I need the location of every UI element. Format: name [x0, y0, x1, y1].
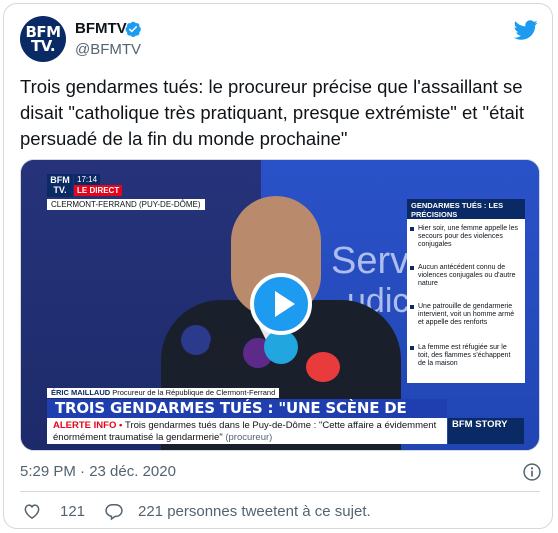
bfmtv-channel-logo: BFM TV.: [47, 174, 73, 197]
tweet-timestamp[interactable]: 5:29 PM · 23 déc. 2020: [20, 463, 176, 480]
speech-bubble-icon: [105, 504, 123, 521]
retweet-count-text: 221 personnes tweetent à ce sujet.: [138, 502, 371, 520]
side-panel-item: Aucun antécédent connu de violences conj…: [410, 264, 519, 288]
avatar-logo-line2: TV.: [30, 37, 56, 55]
location-label: CLERMONT-FERRAND (PUY-DE-DÔME): [47, 199, 205, 210]
tweet-text: Trois gendarmes tués: le procureur préci…: [20, 76, 525, 149]
account-handle[interactable]: @BFMTV: [75, 41, 141, 58]
microphone: [209, 332, 241, 364]
info-side-panel: GENDARMES TUÉS : LES PRÉCISIONS Hier soi…: [407, 199, 525, 383]
twitter-bird-icon[interactable]: [514, 18, 538, 42]
side-panel-item: Une patrouille de gendarmerie intervient…: [410, 303, 519, 327]
side-panel-item: La femme est réfugiée sur le toit, des f…: [410, 344, 519, 368]
like-count: 121: [60, 502, 86, 520]
wall-sign-text: Serv: [331, 240, 410, 282]
ticker-source: (procureur): [225, 432, 273, 443]
microphone: [306, 352, 340, 382]
divider: [20, 491, 540, 492]
side-panel-title: GENDARMES TUÉS : LES PRÉCISIONS: [407, 199, 525, 219]
side-panel-item: Hier soir, une femme appelle les secours…: [410, 225, 519, 249]
speaker-role: Procureur de la République de Clermont-F…: [112, 388, 276, 397]
microphone: [181, 325, 211, 355]
account-name[interactable]: BFMTV: [75, 20, 127, 37]
broadcast-time: 17:14: [74, 174, 101, 185]
play-icon: [275, 291, 295, 317]
program-label: BFM STORY: [448, 418, 524, 444]
news-ticker: ALERTE INFO • Trois gendarmes tués dans …: [47, 418, 447, 444]
speaker-name: ÉRIC MAILLAUD: [51, 388, 111, 397]
like-button[interactable]: 121: [22, 501, 85, 521]
live-label: LE DIRECT: [74, 185, 123, 196]
microphone: [346, 336, 374, 364]
verified-badge-icon: [125, 21, 141, 38]
microphone: [264, 330, 298, 364]
video-player[interactable]: Serv udici BFM TV. 17:14 LE DIRECT CLERMO…: [20, 159, 540, 451]
tweet-card: BFM TV. BFMTV @BFMTV Trois gendarmes tué…: [3, 3, 553, 529]
avatar[interactable]: BFM TV.: [20, 16, 66, 62]
play-button[interactable]: [250, 273, 312, 335]
heart-icon: [24, 504, 40, 519]
info-icon[interactable]: [522, 462, 542, 482]
conversation-button[interactable]: 221 personnes tweetent à ce sujet.: [104, 501, 371, 521]
speaker-caption: ÉRIC MAILLAUD Procureur de la République…: [47, 388, 280, 398]
news-headline: TROIS GENDARMES TUÉS : "UNE SCÈNE DE GUE…: [47, 399, 447, 436]
ticker-text: Trois gendarmes tués dans le Puy-de-Dôme…: [53, 420, 443, 444]
